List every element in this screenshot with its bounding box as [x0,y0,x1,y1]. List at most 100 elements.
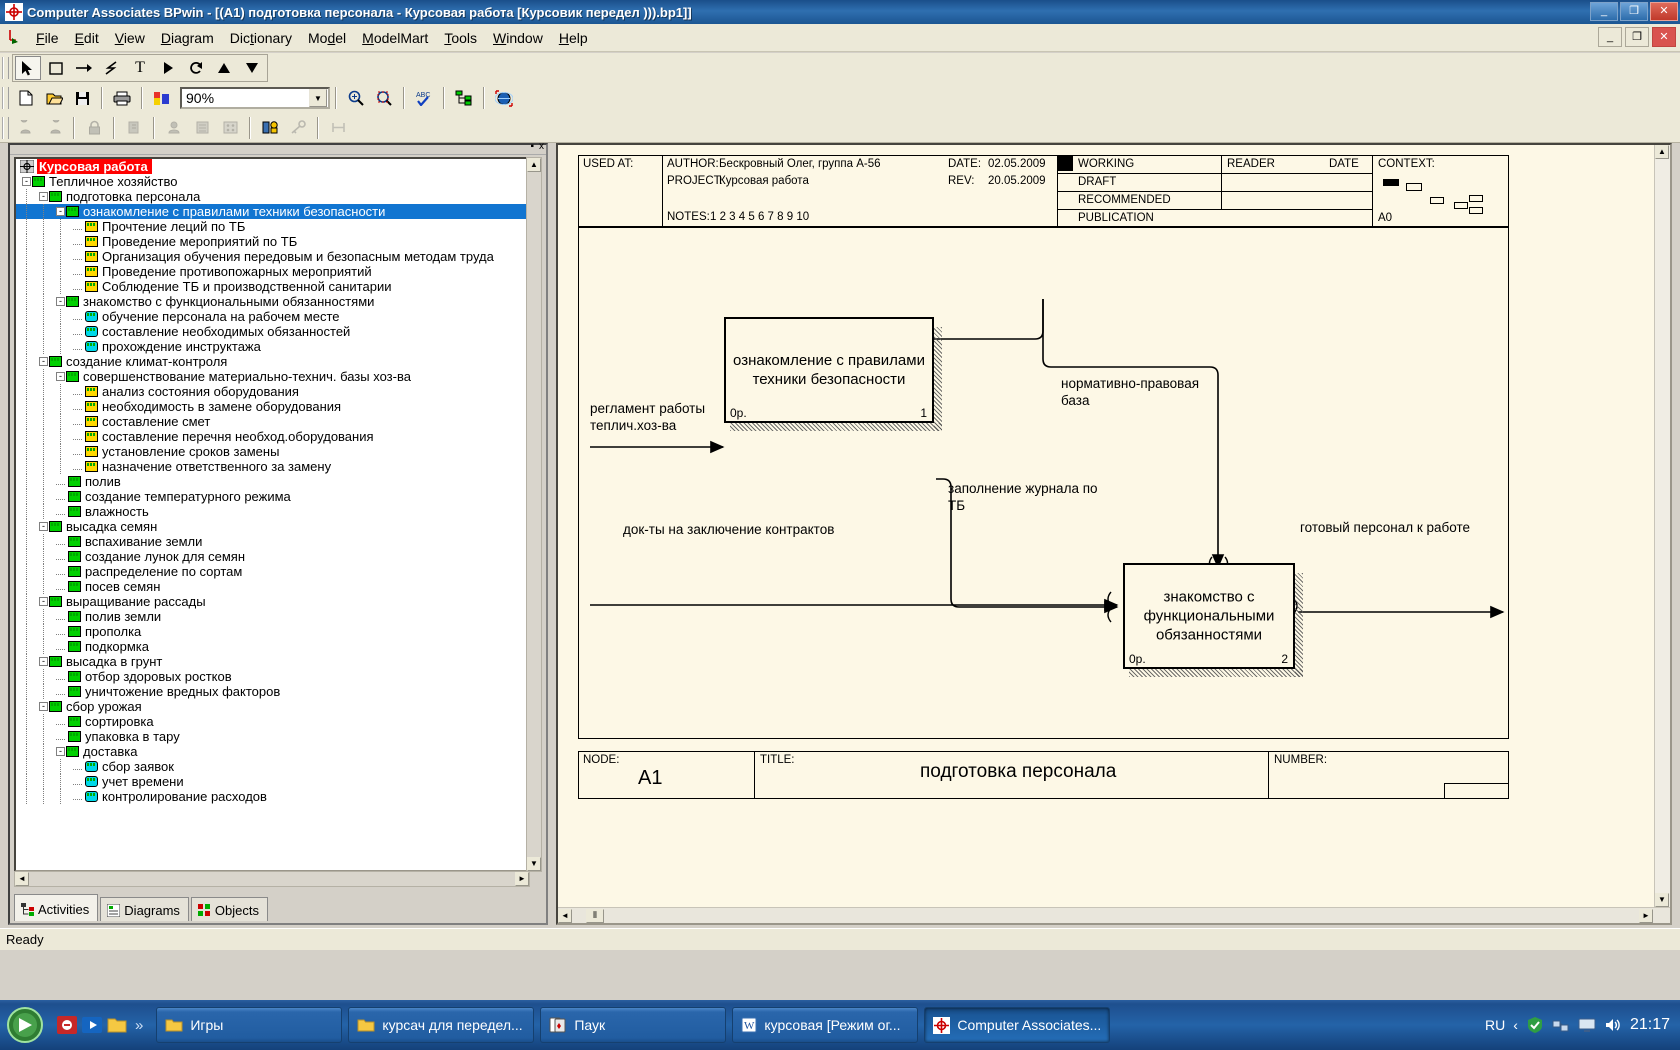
tree-item[interactable]: необходимость в замене оборудования [16,399,528,414]
window-maximize-button[interactable]: ❐ [1620,2,1648,21]
tree-item[interactable]: -создание климат-контроля [16,354,528,369]
mdi-minimize-button[interactable]: _ [1598,27,1622,47]
tree-item[interactable]: прохождение инструктажа [16,339,528,354]
window-minimize-button[interactable]: _ [1590,2,1618,21]
up-arrow-tool-icon[interactable] [211,56,237,80]
tree-item[interactable]: -Тепличное хозяйство [16,174,528,189]
tree-expander-icon[interactable]: - [39,192,48,201]
tree-root-item[interactable]: Курсовая работа [16,159,528,174]
activities-tree[interactable]: Курсовая работа-Тепличное хозяйство-подг… [14,157,530,872]
tree-item[interactable]: сортировка [16,714,528,729]
tree-item[interactable]: обучение персонала на рабочем месте [16,309,528,324]
tree-item[interactable]: -доставка [16,744,528,759]
tree-item[interactable]: составление смет [16,414,528,429]
model-explorer-close-icon[interactable]: x [539,142,544,152]
pointer-tool-icon[interactable] [15,56,41,80]
menu-diagram[interactable]: Diagram [153,28,222,48]
tab-objects[interactable]: Objects [191,897,268,921]
tree-item[interactable]: полив [16,474,528,489]
tree-scroll-left-button[interactable]: ◄ [15,872,29,886]
tree-item[interactable]: Проведение мероприятий по ТБ [16,234,528,249]
tray-clock[interactable]: 21:17 [1630,1016,1670,1034]
task-bpwin[interactable]: Computer Associates... [924,1007,1110,1043]
modelmart-toolbar-gripper[interactable] [2,117,9,139]
menu-help[interactable]: Help [551,28,596,48]
standard-toolbar-gripper[interactable] [2,87,9,109]
task-kursovaya[interactable]: W курсовая [Режим ог... [732,1007,918,1043]
quick-launch-overflow[interactable]: » [135,1017,143,1034]
save-icon[interactable] [69,86,95,110]
diagram-scroll-down-button[interactable]: ▼ [1655,893,1669,907]
tray-expand-icon[interactable]: ‹ [1513,1017,1518,1033]
menu-model[interactable]: Model [300,28,354,48]
tree-item[interactable]: прополка [16,624,528,639]
task-kursach[interactable]: курсач для передел... [348,1007,534,1043]
menu-modelmart[interactable]: ModelMart [354,28,436,48]
squiggle-tool-icon[interactable] [99,56,125,80]
activity-box-2[interactable]: знакомство сфункциональнымиобязанностями… [1123,563,1295,669]
color-palette-icon[interactable] [149,86,175,110]
tree-item[interactable]: контролирование расходов [16,789,528,804]
tree-scroll-down-button[interactable]: ▼ [527,857,541,871]
zoom-combobox[interactable]: 90% ▼ [180,87,330,109]
tree-expander-icon[interactable]: - [56,207,65,216]
tree-expander-icon[interactable]: - [56,372,65,381]
tree-item[interactable]: -знакомство с функциональными обязанност… [16,294,528,309]
tree-item[interactable]: Прочтение леций по ТБ [16,219,528,234]
chevron-down-icon[interactable]: ▼ [309,89,327,107]
mdi-close-button[interactable]: ✕ [1652,27,1676,47]
ql-media-icon[interactable] [81,1014,103,1036]
tree-item[interactable]: -выращивание рассады [16,594,528,609]
tree-item[interactable]: установление сроков замены [16,444,528,459]
tree-item[interactable]: -подготовка персонала [16,189,528,204]
tree-item[interactable]: полив земли [16,609,528,624]
network-icon[interactable] [1552,1016,1570,1034]
tree-item[interactable]: -высадка семян [16,519,528,534]
tree-item[interactable]: составление необходимых обязанностей [16,324,528,339]
zoom-in-icon[interactable] [343,86,369,110]
tree-item[interactable]: анализ состояния оборудования [16,384,528,399]
new-document-icon[interactable] [13,86,39,110]
tree-item[interactable]: создание температурного режима [16,489,528,504]
tree-scroll-right-button[interactable]: ► [515,872,529,886]
down-arrow-tool-icon[interactable] [239,56,265,80]
tree-item[interactable]: -высадка в грунт [16,654,528,669]
globe-icon[interactable] [491,86,517,110]
tree-expander-icon[interactable]: - [39,357,48,366]
diagram-scroll-right-button[interactable]: ► [1639,909,1653,923]
start-button[interactable] [2,1003,48,1047]
tree-item[interactable]: посев семян [16,579,528,594]
arrow-tool-icon[interactable] [71,56,97,80]
ql-ie-icon[interactable] [56,1014,78,1036]
volume-icon[interactable] [1604,1016,1622,1034]
tree-scroll-up-button[interactable]: ▲ [527,158,541,172]
menu-view[interactable]: View [107,28,153,48]
tree-item[interactable]: Соблюдение ТБ и производственной санитар… [16,279,528,294]
tree-item[interactable]: -сбор урожая [16,699,528,714]
tree-expander-icon[interactable]: - [56,747,65,756]
monitor-icon[interactable] [1578,1016,1596,1034]
tree-item[interactable]: создание лунок для семян [16,549,528,564]
tree-item[interactable]: составление перечня необход.оборудования [16,429,528,444]
menu-dictionary[interactable]: Dictionary [222,28,300,48]
open-folder-icon[interactable] [41,86,67,110]
tree-item[interactable]: Организация обучения передовым и безопас… [16,249,528,264]
tree-expander-icon[interactable]: - [22,177,31,186]
tab-activities[interactable]: Activities [14,894,98,921]
diagram-scroll-up-button[interactable]: ▲ [1655,145,1669,159]
window-close-button[interactable]: ✕ [1650,2,1678,21]
tree-expander-icon[interactable]: - [39,702,48,711]
tree-item[interactable]: назначение ответственного за замену [16,459,528,474]
diagram-canvas[interactable]: USED AT: AUTHOR: Бескровный Олег, группа… [556,143,1672,925]
model-explorer-menu-icon[interactable]: ▪ [530,142,534,152]
tree-item[interactable]: -совершенствование материально-технич. б… [16,369,528,384]
rotate-tool-icon[interactable] [183,56,209,80]
tree-horizontal-scrollbar[interactable]: ◄ ► [14,871,530,887]
tree-expander-icon[interactable]: - [56,297,65,306]
tab-diagrams[interactable]: Diagrams [100,897,189,921]
tree-item[interactable]: отбор здоровых ростков [16,669,528,684]
spell-check-icon[interactable]: ABC [411,86,437,110]
arrow-tunnel-tool-icon[interactable] [155,56,181,80]
ql-folder-icon[interactable] [106,1014,128,1036]
tree-item-selected[interactable]: -ознакомление с правилами техники безопа… [16,204,528,219]
